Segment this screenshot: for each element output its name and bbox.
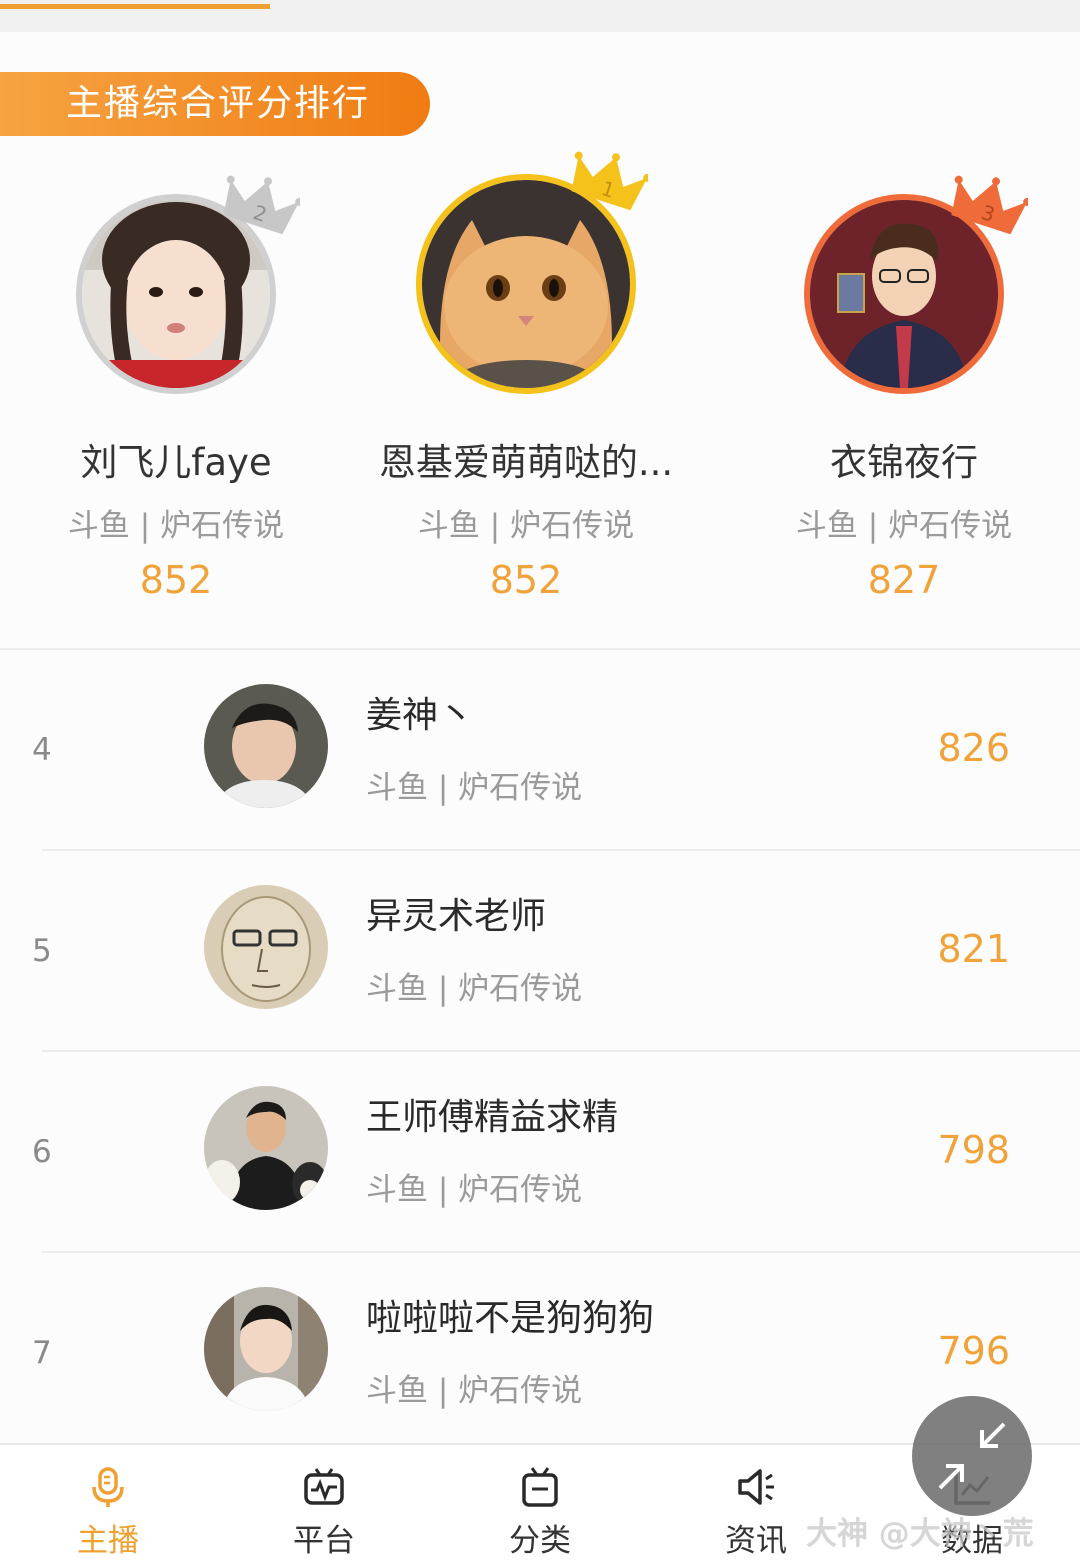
streamer-platform: 斗鱼 | 炉石传说 bbox=[366, 971, 583, 1007]
active-tab-indicator bbox=[0, 4, 270, 9]
streamer-name: 异灵术老师 bbox=[366, 896, 547, 937]
list-item[interactable]: 6 王师傅精益求精 斗鱼 | 炉石传说 798 bbox=[0, 1052, 1080, 1253]
nav-tab-platform[interactable]: 平台 bbox=[216, 1445, 432, 1563]
crown-bronze-icon: 3 bbox=[951, 175, 1028, 235]
podium-item-rank-1[interactable]: 1 恩基爱萌萌哒的... 斗鱼 | 炉石传说 852 bbox=[356, 150, 696, 645]
nav-tab-category[interactable]: 分类 bbox=[432, 1445, 648, 1563]
speaker-icon bbox=[738, 1469, 774, 1505]
streamer-platform: 斗鱼 | 炉石传说 bbox=[67, 508, 285, 544]
ranking-page: 主播综合评分排行 2 刘飞儿faye 斗鱼 | 炉石传说 852 1 恩基爱萌萌… bbox=[0, 0, 1080, 1563]
collapse-arrows-icon bbox=[938, 1422, 1006, 1490]
avatar bbox=[204, 1086, 328, 1210]
section-title-banner: 主播综合评分排行 bbox=[0, 72, 430, 136]
streamer-platform: 斗鱼 | 炉石传说 bbox=[795, 508, 1013, 544]
list-item[interactable]: 4 姜神丶 斗鱼 | 炉石传说 826 bbox=[0, 650, 1080, 851]
streamer-name: 刘飞儿faye bbox=[80, 441, 272, 484]
crown-gold-icon: 1 bbox=[571, 151, 648, 211]
top-three-podium: 2 刘飞儿faye 斗鱼 | 炉石传说 852 1 恩基爱萌萌哒的... 斗鱼 … bbox=[0, 150, 1080, 645]
streamer-score: 852 bbox=[489, 558, 563, 602]
watermark: 大神 @大神丶荒 bbox=[806, 1516, 1034, 1552]
rank-number: 4 bbox=[32, 732, 52, 768]
streamer-score: 798 bbox=[937, 1128, 1010, 1172]
rank-number: 7 bbox=[32, 1335, 52, 1371]
collapse-floating-button[interactable] bbox=[912, 1396, 1032, 1516]
crown-silver-icon: 2 bbox=[223, 175, 300, 235]
nav-label: 分类 bbox=[509, 1523, 571, 1559]
rank-number: 6 bbox=[32, 1134, 52, 1170]
rank-number: 5 bbox=[32, 933, 52, 969]
streamer-name: 恩基爱萌萌哒的... bbox=[378, 441, 674, 484]
nav-label: 主播 bbox=[77, 1523, 139, 1559]
avatar bbox=[204, 684, 328, 808]
streamer-platform: 斗鱼 | 炉石传说 bbox=[366, 1172, 583, 1208]
avatar bbox=[204, 885, 328, 1009]
streamer-score: 826 bbox=[937, 726, 1010, 770]
streamer-platform: 斗鱼 | 炉石传说 bbox=[366, 770, 583, 806]
podium-item-rank-2[interactable]: 2 刘飞儿faye 斗鱼 | 炉石传说 852 bbox=[6, 150, 346, 645]
streamer-score: 852 bbox=[139, 558, 213, 602]
streamer-platform: 斗鱼 | 炉石传说 bbox=[366, 1373, 583, 1409]
streamer-score: 827 bbox=[867, 558, 941, 602]
streamer-score: 796 bbox=[937, 1329, 1010, 1373]
category-tv-icon bbox=[522, 1467, 558, 1507]
streamer-score: 821 bbox=[937, 927, 1010, 971]
nav-label: 平台 bbox=[293, 1523, 355, 1559]
top-tab-strip bbox=[0, 0, 1080, 32]
streamer-name: 姜神丶 bbox=[366, 695, 475, 736]
avatar bbox=[204, 1287, 328, 1411]
nav-tab-streamers[interactable]: 主播 bbox=[0, 1445, 216, 1563]
tv-pulse-icon bbox=[304, 1468, 344, 1505]
streamer-name: 啦啦啦不是狗狗狗 bbox=[366, 1298, 655, 1339]
podium-item-rank-3[interactable]: 3 衣锦夜行 斗鱼 | 炉石传说 827 bbox=[734, 150, 1074, 645]
streamer-platform: 斗鱼 | 炉石传说 bbox=[417, 508, 635, 544]
microphone-icon bbox=[92, 1467, 124, 1507]
streamer-name: 衣锦夜行 bbox=[830, 441, 978, 484]
list-item[interactable]: 5 异灵术老师 斗鱼 | 炉石传说 821 bbox=[0, 851, 1080, 1052]
streamer-name: 王师傅精益求精 bbox=[366, 1097, 619, 1138]
